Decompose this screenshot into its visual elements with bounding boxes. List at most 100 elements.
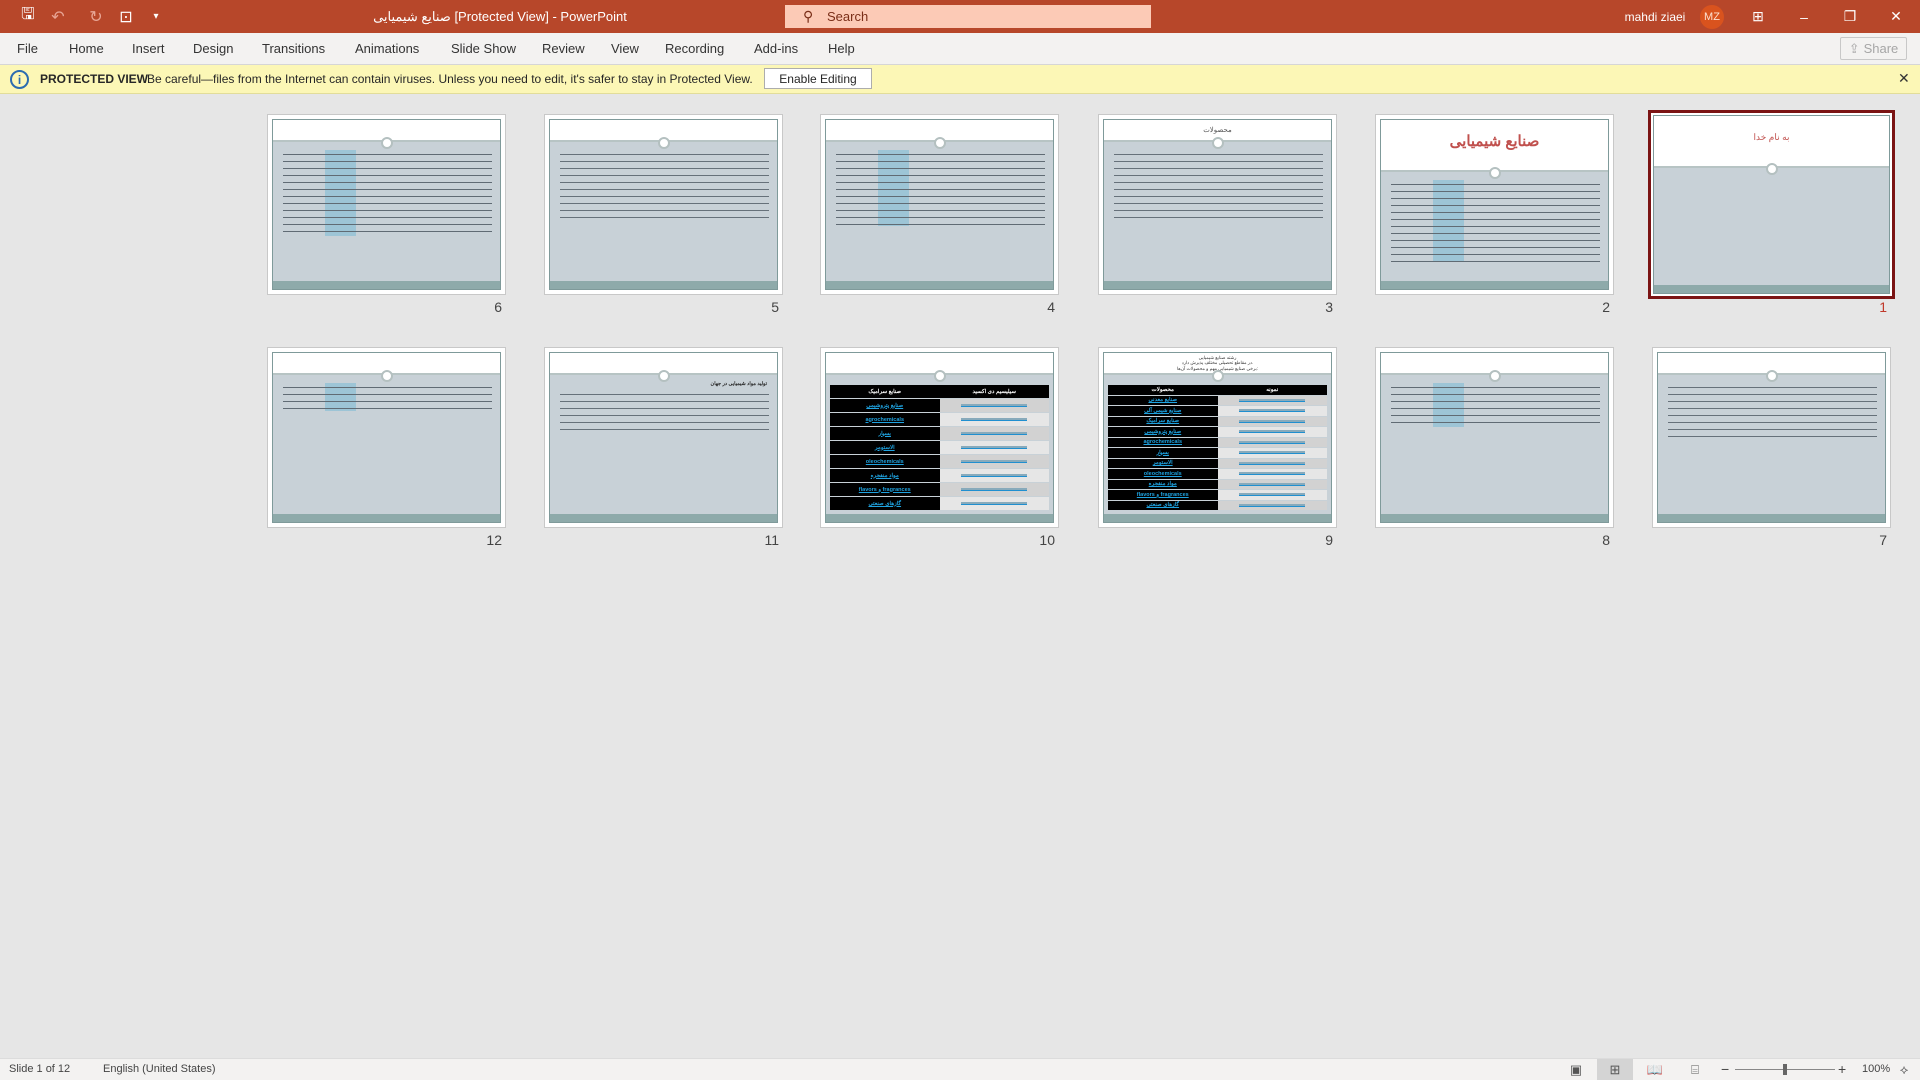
slide-canvas: صنایع سرامیک سیلیسیم دی اکسید صنایع پتروشی… <box>825 352 1054 523</box>
redo-icon[interactable]: ↻ <box>82 0 110 33</box>
slide-thumbnail-12[interactable] <box>267 347 506 528</box>
slide-canvas <box>272 119 501 290</box>
tab-add-ins[interactable]: Add-ins <box>754 33 798 65</box>
slide-footer-band <box>550 281 777 289</box>
table-cell-industry: گازهای صنعتی <box>830 497 940 510</box>
zoom-slider-thumb[interactable] <box>1783 1064 1787 1075</box>
close-bar-icon[interactable]: ✕ <box>1898 70 1910 87</box>
avatar[interactable]: MZ <box>1700 5 1724 29</box>
slide-thumbnail-2[interactable]: صنایع شیمیایی <box>1375 114 1614 295</box>
title-bar: 🖫 ↶ ↻ ⊡ ▾ صنایع شیمیایی [Protected View]… <box>0 0 1920 33</box>
slide-thumbnail-1[interactable]: به نام خدا <box>1648 110 1895 299</box>
present-from-start-icon[interactable]: ⊡ <box>112 0 140 33</box>
undo-icon[interactable]: ↶ <box>44 0 72 33</box>
slide-footer-band <box>550 514 777 522</box>
slide-thumbnail-9[interactable]: رشته صنایع شیمیایی در مقاطع تحصیلی مختلف … <box>1098 347 1337 528</box>
zoom-level[interactable]: 100% <box>1862 1063 1890 1075</box>
minimize-icon[interactable]: – <box>1784 0 1824 33</box>
language-indicator[interactable]: English (United States) <box>103 1063 216 1075</box>
table-cell-examples <box>1217 437 1327 447</box>
table-row: صنایع شیمی آلی <box>1108 406 1327 416</box>
slide-canvas: به نام خدا <box>1653 115 1890 294</box>
slide-number: 12 <box>486 532 502 548</box>
slide-thumbnail-11[interactable]: تولید مواد شیمیایی در جهان <box>544 347 783 528</box>
slide-thumbnail-4[interactable] <box>820 114 1059 295</box>
table-cell-industry: agrochemicals <box>830 413 940 426</box>
tab-recording[interactable]: Recording <box>665 33 724 65</box>
slide-number: 3 <box>1325 299 1333 315</box>
slide-footer-band <box>826 514 1053 522</box>
zoom-out-button[interactable]: − <box>1721 1061 1729 1077</box>
slide-canvas <box>272 352 501 523</box>
table-cell-examples <box>939 483 1049 496</box>
fit-to-window-icon[interactable]: ⟡ <box>1890 1059 1918 1080</box>
slide-thumbnail-5[interactable] <box>544 114 783 295</box>
divider-circle-icon <box>933 370 946 382</box>
slide-number: 6 <box>494 299 502 315</box>
slide-footer-band <box>273 514 500 522</box>
info-icon: i <box>10 70 29 89</box>
slide-footer-band <box>1104 281 1331 289</box>
close-icon[interactable]: ✕ <box>1876 0 1916 33</box>
search-icon: ⚲ <box>803 8 814 24</box>
slide-table: صنایع سرامیک سیلیسیم دی اکسید صنایع پتروشی… <box>830 385 1049 510</box>
slide-footer-band <box>273 281 500 289</box>
tab-insert[interactable]: Insert <box>132 33 165 65</box>
table-cell-examples <box>1217 427 1327 437</box>
table-cell-examples <box>1217 458 1327 468</box>
table-cell-examples <box>1217 448 1327 458</box>
share-button[interactable]: ⇪ Share <box>1840 37 1907 60</box>
table-row: agrochemicals <box>830 413 1049 426</box>
slide-thumbnail-6[interactable] <box>267 114 506 295</box>
table-header-cell: سیلیسیم دی اکسید <box>939 385 1049 398</box>
table-cell-industry: oleochemicals <box>1108 469 1218 479</box>
divider-circle-icon <box>1211 370 1224 382</box>
slide-thumbnail-10[interactable]: صنایع سرامیک سیلیسیم دی اکسید صنایع پتروشی… <box>820 347 1059 528</box>
table-row: oleochemicals <box>830 455 1049 468</box>
slide-number: 7 <box>1879 532 1887 548</box>
table-row: مواد منفجره <box>830 469 1049 482</box>
normal-view-icon[interactable]: ▣ <box>1558 1059 1594 1080</box>
tab-design[interactable]: Design <box>193 33 233 65</box>
share-icon: ⇪ <box>1848 40 1860 56</box>
user-name[interactable]: mahdi ziaei <box>1610 0 1700 33</box>
tab-view[interactable]: View <box>611 33 639 65</box>
tab-help[interactable]: Help <box>828 33 855 65</box>
slide-sorter-view-icon[interactable]: ⊞ <box>1597 1059 1633 1080</box>
restore-icon[interactable]: ❐ <box>1830 0 1870 33</box>
table-cell-examples <box>1217 406 1327 416</box>
zoom-in-button[interactable]: + <box>1838 1061 1846 1077</box>
table-header-row: محصولات نمونه <box>1108 385 1327 395</box>
customize-icon[interactable]: ▾ <box>142 0 170 33</box>
tab-animations[interactable]: Animations <box>355 33 419 65</box>
reading-view-icon[interactable]: 📖 <box>1637 1059 1673 1080</box>
search-input[interactable]: ⚲ Search <box>785 5 1151 28</box>
tab-review[interactable]: Review <box>542 33 585 65</box>
slide-footer-band <box>826 281 1053 289</box>
enable-editing-button[interactable]: Enable Editing <box>764 68 872 89</box>
slide-number: 2 <box>1602 299 1610 315</box>
table-header-row: صنایع سرامیک سیلیسیم دی اکسید <box>830 385 1049 398</box>
slide-thumbnail-8[interactable] <box>1375 347 1614 528</box>
table-cell-industry: oleochemicals <box>830 455 940 468</box>
table-cell-examples <box>1217 500 1327 510</box>
slide-number: 5 <box>771 299 779 315</box>
slide-number: 4 <box>1047 299 1055 315</box>
slide-number: 9 <box>1325 532 1333 548</box>
divider-circle-icon <box>657 137 670 149</box>
slide-footer-band <box>1654 285 1889 293</box>
slide-thumbnail-3[interactable]: محصولات <box>1098 114 1337 295</box>
ribbon-display-icon[interactable]: ⊞ <box>1738 0 1778 33</box>
tab-slide-show[interactable]: Slide Show <box>451 33 516 65</box>
tab-home[interactable]: Home <box>69 33 104 65</box>
table-row: flavors و fragrances <box>1108 490 1327 500</box>
slide-thumbnail-7[interactable] <box>1652 347 1891 528</box>
slide-canvas: تولید مواد شیمیایی در جهان <box>549 352 778 523</box>
slideshow-view-icon[interactable]: ⌸ <box>1677 1059 1713 1080</box>
slide-body-text <box>283 383 492 411</box>
tab-transitions[interactable]: Transitions <box>262 33 325 65</box>
slide-body-text <box>836 150 1045 226</box>
tab-file[interactable]: File <box>17 33 38 65</box>
save-icon[interactable]: 🖫 <box>14 0 42 33</box>
table-header-cell: محصولات <box>1108 385 1218 395</box>
